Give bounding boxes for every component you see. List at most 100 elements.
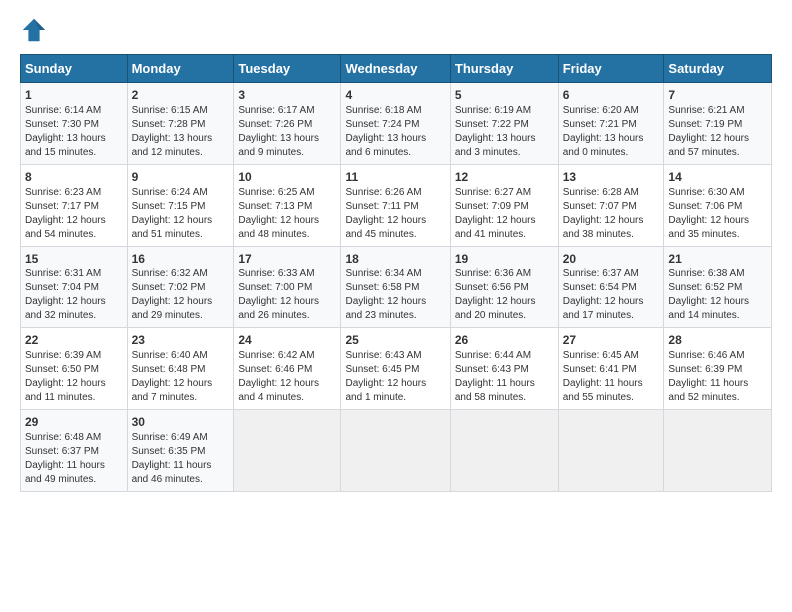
day-info: Sunrise: 6:34 AM Sunset: 6:58 PM Dayligh… <box>345 267 445 323</box>
day-info: Sunrise: 6:39 AM Sunset: 6:50 PM Dayligh… <box>25 349 123 405</box>
day-number: 30 <box>132 414 230 431</box>
day-info: Sunrise: 6:32 AM Sunset: 7:02 PM Dayligh… <box>132 267 230 323</box>
week-row-2: 8Sunrise: 6:23 AM Sunset: 7:17 PM Daylig… <box>21 164 772 246</box>
day-info: Sunrise: 6:49 AM Sunset: 6:35 PM Dayligh… <box>132 431 230 487</box>
table-row: 21Sunrise: 6:38 AM Sunset: 6:52 PM Dayli… <box>664 246 772 328</box>
table-row: 29Sunrise: 6:48 AM Sunset: 6:37 PM Dayli… <box>21 410 128 492</box>
day-number: 18 <box>345 251 445 268</box>
table-row <box>234 410 341 492</box>
table-row: 5Sunrise: 6:19 AM Sunset: 7:22 PM Daylig… <box>450 83 558 165</box>
table-row: 24Sunrise: 6:42 AM Sunset: 6:46 PM Dayli… <box>234 328 341 410</box>
table-row: 2Sunrise: 6:15 AM Sunset: 7:28 PM Daylig… <box>127 83 234 165</box>
day-info: Sunrise: 6:23 AM Sunset: 7:17 PM Dayligh… <box>25 186 123 242</box>
day-number: 29 <box>25 414 123 431</box>
week-row-1: 1Sunrise: 6:14 AM Sunset: 7:30 PM Daylig… <box>21 83 772 165</box>
table-row: 11Sunrise: 6:26 AM Sunset: 7:11 PM Dayli… <box>341 164 450 246</box>
logo-icon <box>20 16 48 44</box>
day-info: Sunrise: 6:37 AM Sunset: 6:54 PM Dayligh… <box>563 267 660 323</box>
day-number: 28 <box>668 332 767 349</box>
table-row: 1Sunrise: 6:14 AM Sunset: 7:30 PM Daylig… <box>21 83 128 165</box>
table-row: 25Sunrise: 6:43 AM Sunset: 6:45 PM Dayli… <box>341 328 450 410</box>
week-row-4: 22Sunrise: 6:39 AM Sunset: 6:50 PM Dayli… <box>21 328 772 410</box>
day-number: 13 <box>563 169 660 186</box>
day-number: 4 <box>345 87 445 104</box>
table-row <box>450 410 558 492</box>
day-info: Sunrise: 6:48 AM Sunset: 6:37 PM Dayligh… <box>25 431 123 487</box>
table-row: 6Sunrise: 6:20 AM Sunset: 7:21 PM Daylig… <box>558 83 664 165</box>
day-info: Sunrise: 6:42 AM Sunset: 6:46 PM Dayligh… <box>238 349 336 405</box>
table-row <box>558 410 664 492</box>
col-saturday: Saturday <box>664 55 772 83</box>
table-row: 20Sunrise: 6:37 AM Sunset: 6:54 PM Dayli… <box>558 246 664 328</box>
day-number: 21 <box>668 251 767 268</box>
day-number: 12 <box>455 169 554 186</box>
day-number: 20 <box>563 251 660 268</box>
day-number: 9 <box>132 169 230 186</box>
day-info: Sunrise: 6:15 AM Sunset: 7:28 PM Dayligh… <box>132 104 230 160</box>
day-number: 17 <box>238 251 336 268</box>
col-thursday: Thursday <box>450 55 558 83</box>
day-number: 25 <box>345 332 445 349</box>
day-info: Sunrise: 6:43 AM Sunset: 6:45 PM Dayligh… <box>345 349 445 405</box>
day-info: Sunrise: 6:31 AM Sunset: 7:04 PM Dayligh… <box>25 267 123 323</box>
table-row: 15Sunrise: 6:31 AM Sunset: 7:04 PM Dayli… <box>21 246 128 328</box>
table-row: 8Sunrise: 6:23 AM Sunset: 7:17 PM Daylig… <box>21 164 128 246</box>
table-row: 3Sunrise: 6:17 AM Sunset: 7:26 PM Daylig… <box>234 83 341 165</box>
day-number: 11 <box>345 169 445 186</box>
calendar-table: Sunday Monday Tuesday Wednesday Thursday… <box>20 54 772 492</box>
day-info: Sunrise: 6:38 AM Sunset: 6:52 PM Dayligh… <box>668 267 767 323</box>
table-row: 18Sunrise: 6:34 AM Sunset: 6:58 PM Dayli… <box>341 246 450 328</box>
day-info: Sunrise: 6:46 AM Sunset: 6:39 PM Dayligh… <box>668 349 767 405</box>
table-row: 10Sunrise: 6:25 AM Sunset: 7:13 PM Dayli… <box>234 164 341 246</box>
day-number: 22 <box>25 332 123 349</box>
day-number: 3 <box>238 87 336 104</box>
day-info: Sunrise: 6:24 AM Sunset: 7:15 PM Dayligh… <box>132 186 230 242</box>
day-number: 14 <box>668 169 767 186</box>
day-number: 27 <box>563 332 660 349</box>
day-info: Sunrise: 6:36 AM Sunset: 6:56 PM Dayligh… <box>455 267 554 323</box>
day-info: Sunrise: 6:45 AM Sunset: 6:41 PM Dayligh… <box>563 349 660 405</box>
col-friday: Friday <box>558 55 664 83</box>
table-row: 30Sunrise: 6:49 AM Sunset: 6:35 PM Dayli… <box>127 410 234 492</box>
table-row: 7Sunrise: 6:21 AM Sunset: 7:19 PM Daylig… <box>664 83 772 165</box>
day-info: Sunrise: 6:28 AM Sunset: 7:07 PM Dayligh… <box>563 186 660 242</box>
header-row: Sunday Monday Tuesday Wednesday Thursday… <box>21 55 772 83</box>
day-info: Sunrise: 6:17 AM Sunset: 7:26 PM Dayligh… <box>238 104 336 160</box>
day-number: 7 <box>668 87 767 104</box>
day-info: Sunrise: 6:33 AM Sunset: 7:00 PM Dayligh… <box>238 267 336 323</box>
table-row: 14Sunrise: 6:30 AM Sunset: 7:06 PM Dayli… <box>664 164 772 246</box>
table-row: 28Sunrise: 6:46 AM Sunset: 6:39 PM Dayli… <box>664 328 772 410</box>
day-info: Sunrise: 6:40 AM Sunset: 6:48 PM Dayligh… <box>132 349 230 405</box>
day-number: 5 <box>455 87 554 104</box>
table-row <box>664 410 772 492</box>
day-number: 16 <box>132 251 230 268</box>
logo <box>20 16 52 44</box>
day-number: 8 <box>25 169 123 186</box>
table-row: 19Sunrise: 6:36 AM Sunset: 6:56 PM Dayli… <box>450 246 558 328</box>
table-row: 27Sunrise: 6:45 AM Sunset: 6:41 PM Dayli… <box>558 328 664 410</box>
table-row: 17Sunrise: 6:33 AM Sunset: 7:00 PM Dayli… <box>234 246 341 328</box>
day-info: Sunrise: 6:27 AM Sunset: 7:09 PM Dayligh… <box>455 186 554 242</box>
day-number: 1 <box>25 87 123 104</box>
col-wednesday: Wednesday <box>341 55 450 83</box>
col-sunday: Sunday <box>21 55 128 83</box>
table-row: 23Sunrise: 6:40 AM Sunset: 6:48 PM Dayli… <box>127 328 234 410</box>
day-info: Sunrise: 6:19 AM Sunset: 7:22 PM Dayligh… <box>455 104 554 160</box>
day-number: 23 <box>132 332 230 349</box>
week-row-5: 29Sunrise: 6:48 AM Sunset: 6:37 PM Dayli… <box>21 410 772 492</box>
col-monday: Monday <box>127 55 234 83</box>
table-row: 22Sunrise: 6:39 AM Sunset: 6:50 PM Dayli… <box>21 328 128 410</box>
day-info: Sunrise: 6:44 AM Sunset: 6:43 PM Dayligh… <box>455 349 554 405</box>
table-row: 26Sunrise: 6:44 AM Sunset: 6:43 PM Dayli… <box>450 328 558 410</box>
table-row: 4Sunrise: 6:18 AM Sunset: 7:24 PM Daylig… <box>341 83 450 165</box>
header <box>20 16 772 44</box>
day-number: 6 <box>563 87 660 104</box>
table-row: 13Sunrise: 6:28 AM Sunset: 7:07 PM Dayli… <box>558 164 664 246</box>
day-number: 24 <box>238 332 336 349</box>
day-info: Sunrise: 6:21 AM Sunset: 7:19 PM Dayligh… <box>668 104 767 160</box>
day-info: Sunrise: 6:18 AM Sunset: 7:24 PM Dayligh… <box>345 104 445 160</box>
day-info: Sunrise: 6:25 AM Sunset: 7:13 PM Dayligh… <box>238 186 336 242</box>
table-row <box>341 410 450 492</box>
week-row-3: 15Sunrise: 6:31 AM Sunset: 7:04 PM Dayli… <box>21 246 772 328</box>
day-number: 15 <box>25 251 123 268</box>
